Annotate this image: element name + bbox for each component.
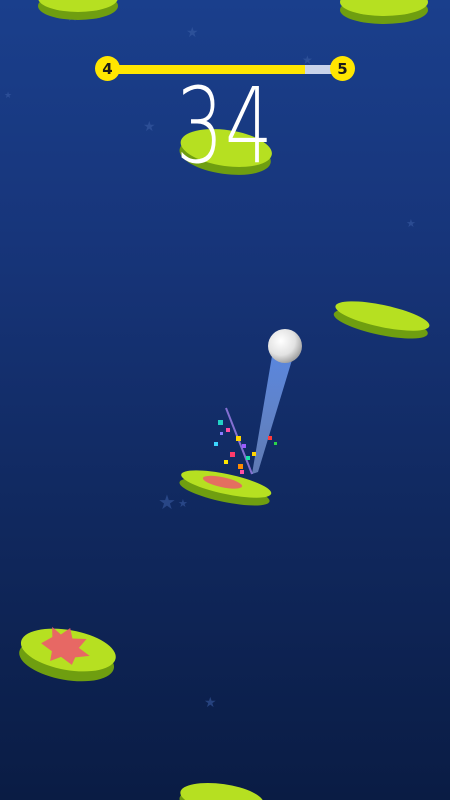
platform — [340, 0, 428, 24]
ball-icon — [268, 329, 302, 363]
platform — [19, 626, 116, 682]
platform — [38, 0, 118, 20]
platform — [179, 470, 272, 506]
platform — [333, 301, 430, 339]
ball-trail — [252, 356, 292, 474]
score-counter: 34 — [175, 65, 275, 187]
platform — [179, 782, 264, 800]
